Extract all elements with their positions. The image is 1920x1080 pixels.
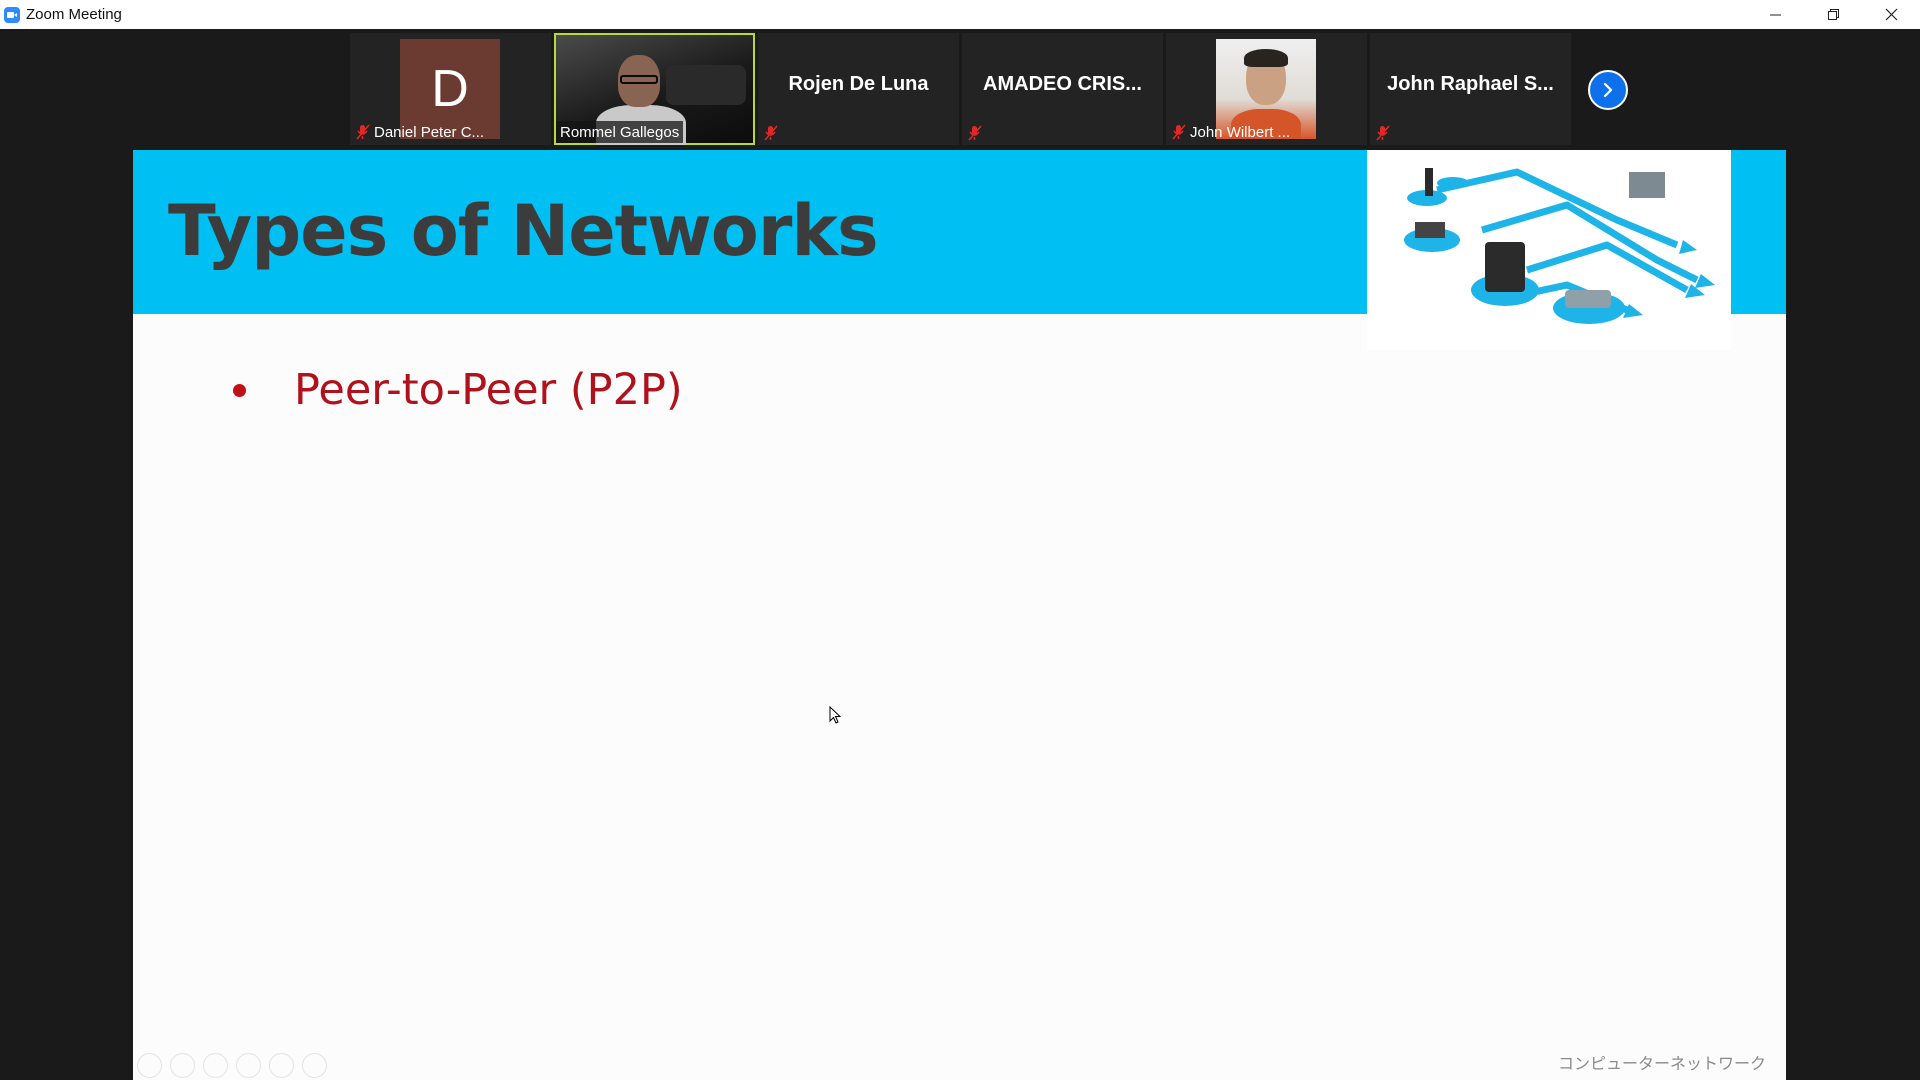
close-icon — [1885, 8, 1897, 21]
chevron-right-icon — [1603, 82, 1613, 98]
bullet-item: Peer-to-Peer (P2P) — [233, 365, 683, 415]
slides-grid-icon[interactable] — [236, 1053, 261, 1078]
slide-footer: コンピューターネットワーク — [1557, 1056, 1766, 1073]
slide-toolbar — [137, 1053, 327, 1078]
zoom-icon[interactable] — [269, 1053, 294, 1078]
minimize-button[interactable] — [1746, 0, 1804, 29]
window-title: Zoom Meeting — [26, 6, 122, 23]
microphone-muted-icon — [968, 125, 982, 141]
more-options-icon[interactable] — [302, 1053, 327, 1078]
next-slide-icon[interactable] — [170, 1053, 195, 1078]
participant-strip: D Daniel Peter C... Rommel Gallegos Roje… — [350, 33, 1571, 145]
bullet-icon — [233, 383, 246, 397]
slide-title: Types of Networks — [168, 190, 879, 272]
participant-tile[interactable]: John Wilbert ... — [1166, 33, 1367, 145]
restore-icon — [1827, 9, 1839, 20]
zoom-logo-icon — [4, 6, 20, 23]
title-bar: Zoom Meeting — [0, 0, 1920, 29]
participant-name: Rojen De Luna — [788, 72, 929, 95]
participant-tile[interactable]: D Daniel Peter C... — [350, 33, 551, 145]
microphone-muted-icon — [356, 124, 370, 140]
meeting-area: D Daniel Peter C... Rommel Gallegos Roje… — [0, 29, 1920, 1080]
window-controls — [1746, 0, 1920, 29]
network-diagram-icon — [1367, 150, 1731, 350]
participant-nameplate: Daniel Peter C... — [352, 121, 488, 143]
microphone-muted-icon — [1376, 125, 1390, 141]
restore-button[interactable] — [1804, 0, 1862, 29]
bullet-text: Peer-to-Peer (P2P) — [294, 365, 683, 415]
microphone-muted-icon — [1172, 124, 1186, 140]
participant-tile[interactable]: AMADEO CRIS... — [962, 33, 1163, 145]
minimize-icon — [1769, 14, 1781, 16]
close-button[interactable] — [1862, 0, 1920, 29]
participant-name: Daniel Peter C... — [374, 123, 485, 141]
participant-tile[interactable]: Rojen De Luna — [758, 33, 959, 145]
participant-tile[interactable]: John Raphael S... — [1370, 33, 1571, 145]
participant-name: John Raphael S... — [1387, 72, 1554, 95]
next-participants-button[interactable] — [1588, 70, 1628, 110]
participant-nameplate: Rommel Gallegos — [556, 121, 684, 143]
participant-name: AMADEO CRIS... — [983, 72, 1142, 95]
participant-tile-active-speaker[interactable]: Rommel Gallegos — [554, 33, 755, 145]
previous-slide-icon[interactable] — [137, 1053, 162, 1078]
participant-name: Rommel Gallegos — [560, 123, 680, 141]
mouse-cursor-icon — [829, 706, 841, 724]
microphone-muted-icon — [764, 125, 778, 141]
participant-nameplate: John Wilbert ... — [1168, 121, 1294, 143]
participant-name: John Wilbert ... — [1190, 123, 1291, 141]
pen-icon[interactable] — [203, 1053, 228, 1078]
shared-screen-slide: Types of Networks Peer-to-Peer (P2P) コンピ… — [133, 150, 1786, 1080]
